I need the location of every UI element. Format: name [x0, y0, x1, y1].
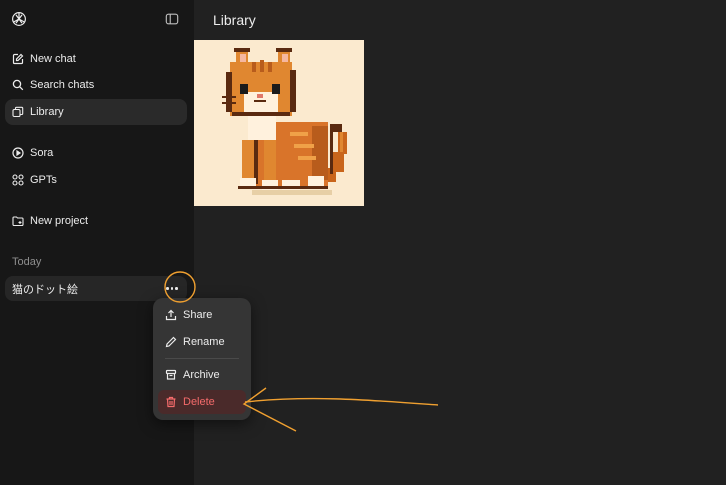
- search-chats-button[interactable]: Search chats: [5, 72, 187, 98]
- archive-menu-item[interactable]: Archive: [158, 363, 246, 387]
- archive-label: Archive: [183, 369, 220, 381]
- delete-menu-item[interactable]: Delete: [158, 390, 246, 414]
- play-circle-icon: [12, 147, 24, 159]
- openai-logo-icon[interactable]: [10, 10, 28, 28]
- page-title: Library: [213, 12, 256, 28]
- new-chat-label: New chat: [30, 53, 76, 65]
- share-label: Share: [183, 309, 213, 321]
- new-project-button[interactable]: New project: [5, 208, 187, 234]
- library-label: Library: [30, 106, 64, 118]
- archive-icon: [165, 369, 177, 381]
- new-chat-icon: [12, 53, 24, 65]
- search-chats-label: Search chats: [30, 79, 95, 91]
- arrow-head-annotation: [242, 387, 297, 432]
- trash-icon: [165, 396, 177, 408]
- arrow-shaft-annotation: [244, 397, 439, 406]
- grid-icon: [12, 174, 24, 186]
- rename-menu-item[interactable]: Rename: [158, 330, 246, 354]
- sora-label: Sora: [30, 147, 54, 159]
- today-section-label: Today: [12, 256, 42, 268]
- pencil-icon: [165, 336, 177, 348]
- context-menu: Share Rename Archive Delete: [153, 298, 251, 420]
- pixel-cat-image: [194, 40, 364, 206]
- gpts-button[interactable]: GPTs: [5, 167, 187, 193]
- share-icon: [165, 309, 177, 321]
- new-project-label: New project: [30, 215, 89, 227]
- menu-divider: [165, 358, 239, 359]
- new-chat-button[interactable]: New chat: [5, 46, 187, 72]
- chat-item-cat-pixel-art[interactable]: 猫のドット絵: [5, 276, 187, 301]
- delete-label: Delete: [183, 396, 215, 408]
- search-icon: [12, 79, 24, 91]
- rename-label: Rename: [183, 336, 225, 348]
- share-menu-item[interactable]: Share: [158, 303, 246, 327]
- gpts-label: GPTs: [30, 174, 57, 186]
- library-button[interactable]: Library: [5, 99, 187, 125]
- sidebar-toggle-icon[interactable]: [165, 12, 179, 26]
- folder-plus-icon: [12, 215, 24, 227]
- library-icon: [12, 106, 24, 118]
- more-options-icon[interactable]: [165, 282, 179, 294]
- sora-button[interactable]: Sora: [5, 140, 187, 166]
- chat-title: 猫のドット絵: [12, 283, 78, 296]
- library-image-thumbnail[interactable]: [194, 40, 364, 206]
